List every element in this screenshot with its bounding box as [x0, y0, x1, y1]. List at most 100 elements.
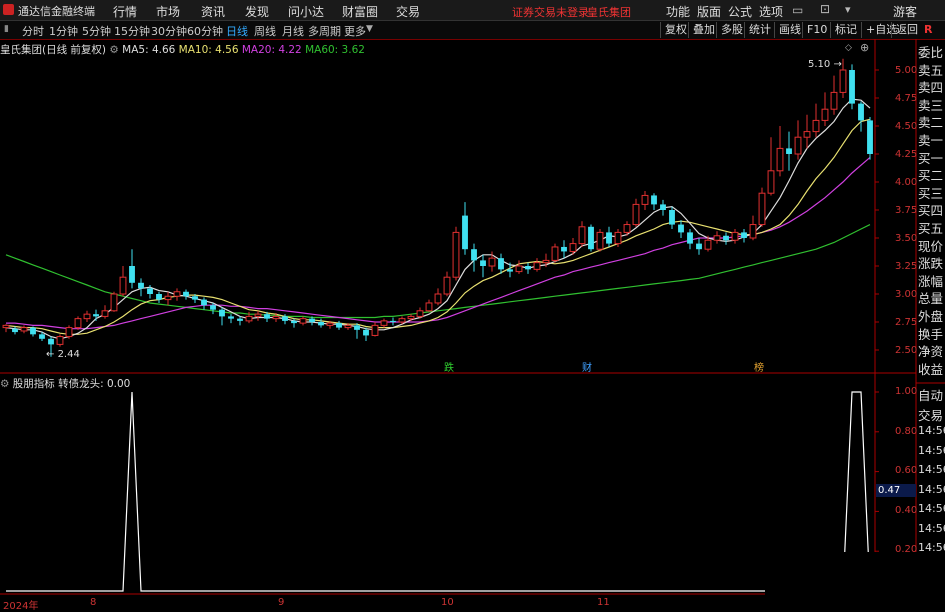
- quote-field[interactable]: 收益: [918, 359, 945, 378]
- quote-field[interactable]: 外盘: [918, 306, 945, 325]
- trade-tick-field[interactable]: 14:56: [918, 463, 945, 476]
- candle-body: [858, 103, 864, 121]
- candle-body: [678, 224, 684, 233]
- price-tick: 3.75: [895, 205, 918, 216]
- candle-body: [164, 295, 172, 301]
- candle-body: [623, 224, 631, 233]
- candle-body: [39, 334, 45, 339]
- candle-body: [380, 320, 388, 326]
- candle-body: [569, 243, 577, 252]
- candle-body: [561, 246, 567, 252]
- price-tick: 2.50: [895, 345, 918, 356]
- candle-body: [363, 329, 369, 336]
- quote-field[interactable]: 总量: [918, 288, 945, 307]
- quote-field[interactable]: 涨幅: [918, 271, 945, 290]
- candle-body: [110, 293, 118, 312]
- trade-tick-field[interactable]: 14:56: [918, 522, 945, 535]
- quote-field[interactable]: 卖四: [918, 77, 945, 96]
- candle-body: [354, 325, 360, 330]
- stock-chart-title[interactable]: 皇氏集团(日线 前复权): [0, 44, 106, 56]
- candle-body: [758, 192, 766, 226]
- indicator-legend: ⚙ 股朋指标 转债龙头: 0.00: [0, 376, 130, 391]
- candle-body: [767, 170, 775, 194]
- candle-body: [83, 313, 91, 320]
- candle-body: [291, 320, 297, 324]
- candle-body: [614, 231, 622, 245]
- candle-body: [326, 322, 334, 326]
- candle-body: [794, 136, 802, 155]
- quote-field[interactable]: 净资: [918, 341, 945, 360]
- price-tick: 4.25: [895, 149, 918, 160]
- candle-body: [371, 324, 379, 336]
- candle-body: [588, 226, 594, 250]
- candle-body: [632, 203, 640, 226]
- ma60-label: MA60: 3.62: [305, 44, 365, 56]
- indicator-gear-icon[interactable]: ⚙: [0, 378, 9, 390]
- candle-body: [407, 315, 415, 320]
- candle-body: [201, 299, 207, 306]
- trade-tick-field[interactable]: 14:56: [918, 444, 945, 457]
- candle-body: [245, 315, 253, 322]
- trade-tick-field[interactable]: 14:56: [918, 502, 945, 515]
- trade-tick-field[interactable]: 交易: [918, 405, 945, 424]
- candle-body: [299, 318, 307, 324]
- quote-field[interactable]: 买二: [918, 165, 945, 184]
- candle-body: [398, 318, 406, 323]
- indicator-tick: 0.80: [895, 426, 918, 437]
- candle-body: [452, 231, 460, 278]
- candle-body: [596, 231, 604, 250]
- candle-body: [129, 266, 135, 283]
- candle-body: [542, 259, 550, 264]
- candle-body: [669, 210, 675, 225]
- date-tick: 2024年: [3, 601, 39, 612]
- candle-body: [147, 288, 153, 294]
- ma5-label: MA5: 4.66: [122, 44, 176, 56]
- candle-body: [237, 318, 243, 321]
- event-marker-die[interactable]: 跌: [444, 359, 454, 374]
- candle-body: [606, 232, 612, 244]
- quote-field[interactable]: 买五: [918, 218, 945, 237]
- candle-body: [74, 318, 82, 329]
- indicator-current-value: 0.47: [878, 485, 901, 496]
- quote-field[interactable]: 买一: [918, 148, 945, 167]
- indicator-tick: 1.00: [895, 386, 918, 397]
- candle-body: [416, 310, 424, 317]
- candle-body: [471, 249, 477, 261]
- quote-field[interactable]: 买三: [918, 183, 945, 202]
- candle-body: [731, 231, 739, 241]
- candle-body: [696, 243, 702, 250]
- quote-field[interactable]: 委比: [918, 42, 945, 61]
- candle-body: [183, 291, 189, 297]
- price-tick: 3.00: [895, 289, 918, 300]
- trade-tick-field[interactable]: 14:56: [918, 483, 945, 496]
- quote-field[interactable]: 卖三: [918, 95, 945, 114]
- diamond-icon[interactable]: ◇: [845, 43, 852, 53]
- candle-body: [551, 246, 559, 261]
- event-marker-cai[interactable]: 财: [582, 359, 592, 374]
- candle-body: [336, 323, 342, 328]
- quote-field[interactable]: 卖一: [918, 130, 945, 149]
- candle-body: [776, 147, 784, 172]
- date-tick: 9: [278, 597, 285, 608]
- quote-field[interactable]: 买四: [918, 200, 945, 219]
- signal-line: [6, 391, 871, 592]
- event-marker-bang[interactable]: 榜: [754, 359, 764, 374]
- candle-body: [515, 265, 523, 273]
- ma20-label: MA20: 4.22: [241, 44, 302, 56]
- quote-field[interactable]: 换手: [918, 324, 945, 343]
- candle-body: [488, 257, 496, 267]
- quote-field[interactable]: 涨跌: [918, 253, 945, 272]
- trade-tick-field[interactable]: 14:56: [918, 424, 945, 437]
- quote-field[interactable]: 现价: [918, 236, 945, 255]
- candle-body: [2, 324, 10, 329]
- candle-body: [20, 327, 28, 332]
- quote-field[interactable]: 卖五: [918, 60, 945, 79]
- quote-field[interactable]: 卖二: [918, 112, 945, 131]
- indicator-name[interactable]: 股朋指标: [13, 378, 55, 390]
- zoom-in-icon[interactable]: ⊕: [860, 41, 869, 54]
- low-price-label: ← 2.44: [46, 349, 80, 360]
- price-tick: 4.50: [895, 121, 918, 132]
- candle-body: [821, 108, 829, 121]
- trade-tick-field[interactable]: 自动: [918, 385, 945, 404]
- settings-gear-icon[interactable]: ⚙: [109, 44, 118, 56]
